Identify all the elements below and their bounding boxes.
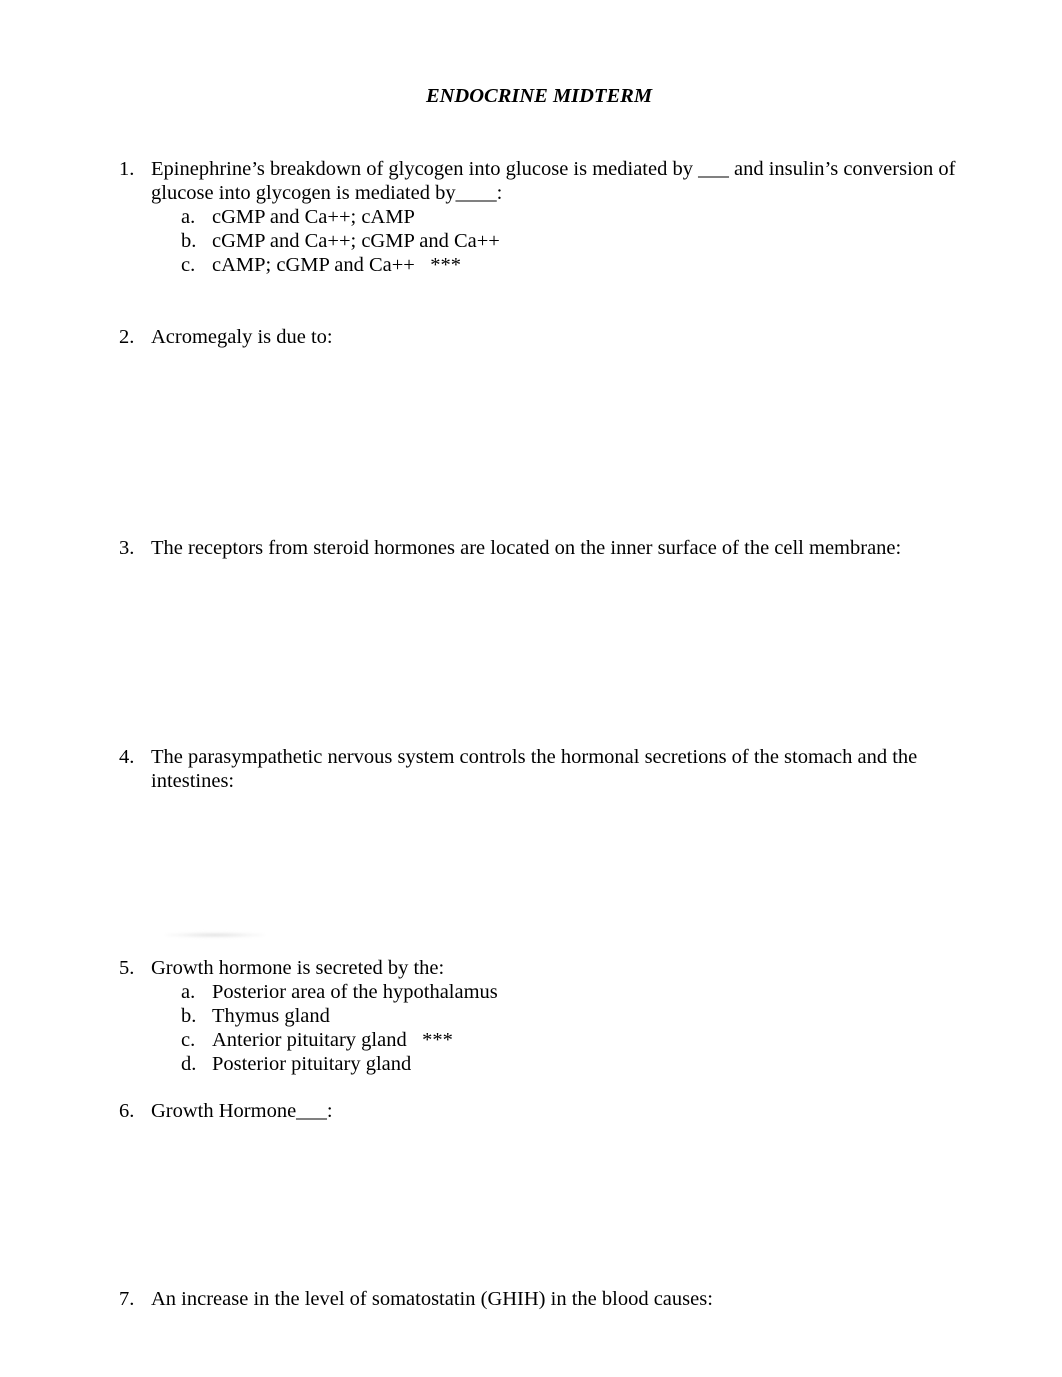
option-text: cGMP and Ca++; cAMP xyxy=(212,206,415,228)
option-letter: a. xyxy=(181,981,196,1003)
question-text: Epinephrine’s breakdown of glycogen into… xyxy=(151,158,956,204)
question-4: 4. The parasympathetic nervous system co… xyxy=(119,745,979,793)
answer-option-correct: c. Anterior pituitary gland *** xyxy=(181,1028,979,1052)
option-letter: c. xyxy=(181,1029,196,1051)
question-number: 6. xyxy=(119,1100,135,1122)
answer-option: b. cGMP and Ca++; cGMP and Ca++ xyxy=(181,229,979,253)
question-6: 6. Growth Hormone___: xyxy=(119,1099,979,1123)
option-letter: c. xyxy=(181,254,196,276)
question-text: Growth hormone is secreted by the: xyxy=(151,957,445,979)
question-text: The parasympathetic nervous system contr… xyxy=(151,746,918,792)
option-letter: b. xyxy=(181,1005,197,1027)
option-text: Thymus gland xyxy=(212,1005,330,1027)
question-number: 1. xyxy=(119,158,135,180)
answer-option: b. Thymus gland xyxy=(181,1004,979,1028)
answer-option-correct: c. cAMP; cGMP and Ca++ *** xyxy=(181,253,979,277)
question-2: 2. Acromegaly is due to: xyxy=(119,325,979,349)
option-letter: a. xyxy=(181,206,196,228)
question-number: 2. xyxy=(119,326,135,348)
answer-option: a. Posterior area of the hypothalamus xyxy=(181,980,979,1004)
question-text: Growth Hormone___: xyxy=(151,1100,333,1122)
option-letter: b. xyxy=(181,230,197,252)
question-number: 7. xyxy=(119,1288,135,1310)
answer-option: a. cGMP and Ca++; cAMP xyxy=(181,205,979,229)
question-text: The receptors from steroid hormones are … xyxy=(151,537,902,559)
option-text: cAMP; cGMP and Ca++ *** xyxy=(212,254,461,276)
question-number: 5. xyxy=(119,957,135,979)
question-1: 1. Epinephrine’s breakdown of glycogen i… xyxy=(119,157,979,277)
document-title: ENDOCRINE MIDTERM xyxy=(425,85,653,107)
scan-smudge xyxy=(165,932,265,938)
question-text: An increase in the level of somatostatin… xyxy=(151,1288,713,1310)
answer-option: d. Posterior pituitary gland xyxy=(181,1052,979,1076)
question-text: Acromegaly is due to: xyxy=(151,326,333,348)
option-text: cGMP and Ca++; cGMP and Ca++ xyxy=(212,230,500,252)
answer-options: a. Posterior area of the hypothalamus b.… xyxy=(181,980,979,1076)
question-7: 7. An increase in the level of somatosta… xyxy=(119,1287,979,1311)
question-number: 4. xyxy=(119,746,135,768)
question-5: 5. Growth hormone is secreted by the: a.… xyxy=(119,956,979,1076)
question-number: 3. xyxy=(119,537,135,559)
option-text: Anterior pituitary gland *** xyxy=(212,1029,453,1051)
question-3: 3. The receptors from steroid hormones a… xyxy=(119,536,979,560)
option-text: Posterior area of the hypothalamus xyxy=(212,981,498,1003)
option-text: Posterior pituitary gland xyxy=(212,1053,412,1075)
option-letter: d. xyxy=(181,1053,197,1075)
answer-options: a. cGMP and Ca++; cAMP b. cGMP and Ca++;… xyxy=(181,205,979,277)
